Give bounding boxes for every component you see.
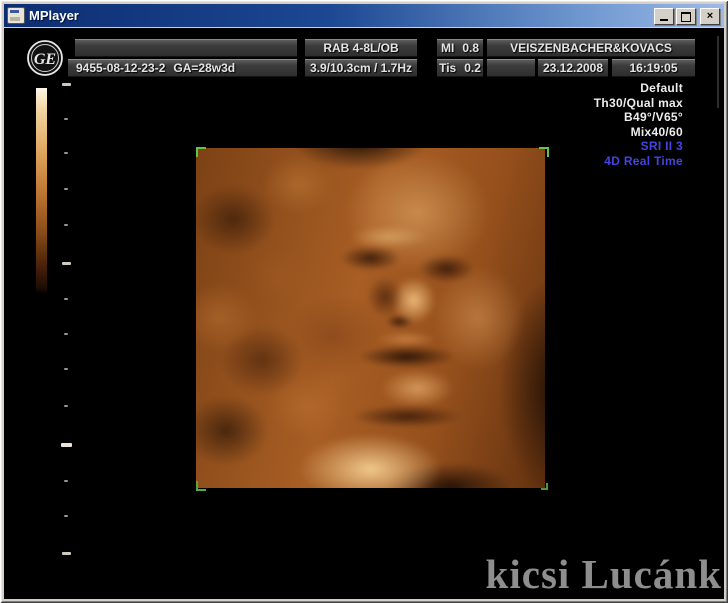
svg-text:GE: GE: [34, 51, 56, 68]
mplayer-app-icon[interactable]: [7, 7, 25, 24]
ge-logo-icon: GE: [27, 40, 63, 76]
depth-zoom-freq: 3.9/10.3cm / 1.7Hz: [305, 59, 417, 77]
facility-name: VEISZENBACHER&KOVACS: [487, 39, 695, 57]
tis-indicator: Tis 0.2: [437, 59, 483, 77]
ruler-tick-focus: [61, 443, 72, 447]
ruler-tick: [64, 298, 68, 300]
exam-date: 23.12.2008: [538, 59, 608, 77]
mplayer-window: MPlayer × RAB 4-8L/OB MI 0.8 VEISZENBACH…: [0, 0, 728, 603]
close-icon: ×: [706, 10, 714, 22]
ruler-tick: [64, 224, 68, 226]
render-box-corner-icon: [541, 483, 548, 490]
title-bar[interactable]: MPlayer ×: [4, 4, 724, 27]
mi-label: MI: [440, 41, 455, 55]
ruler-tick: [64, 188, 68, 190]
minimize-icon: [660, 19, 668, 21]
patient-info: 9455-08-12-23-2 GA=28w3d: [68, 59, 297, 77]
video-edge-artifact: [717, 36, 719, 108]
grayscale-map-bar: [36, 88, 47, 294]
minimize-button[interactable]: [654, 8, 674, 25]
tis-value: 0.2: [464, 61, 481, 75]
render-box-corner-icon: [196, 147, 206, 157]
header-empty-segment: [487, 59, 535, 77]
video-area[interactable]: RAB 4-8L/OB MI 0.8 VEISZENBACHER&KOVACS …: [4, 28, 724, 599]
maximize-icon: [681, 11, 691, 22]
ruler-tick: [62, 552, 71, 555]
ruler-tick: [62, 262, 71, 265]
ruler-tick: [64, 405, 68, 407]
fetus-3d-render: [196, 148, 545, 488]
probe-label: RAB 4-8L/OB: [305, 39, 417, 57]
fetus-face-image: [196, 148, 545, 488]
mi-value: 0.8: [462, 41, 480, 55]
setting-preset: Default: [640, 81, 683, 95]
ruler-tick: [62, 83, 71, 86]
setting-angles: B49°/V65°: [624, 110, 683, 124]
ruler-tick: [64, 152, 68, 154]
maximize-button[interactable]: [676, 8, 696, 25]
ruler-tick: [64, 333, 68, 335]
mi-indicator: MI 0.8: [437, 39, 483, 57]
render-box-corner-icon: [196, 481, 206, 491]
exam-time: 16:19:05: [612, 59, 695, 77]
setting-sri: SRI II 3: [640, 139, 683, 153]
header-empty-segment: [75, 39, 297, 57]
render-box-corner-icon: [539, 147, 549, 157]
gestational-age: GA=28w3d: [173, 61, 236, 75]
window-title: MPlayer: [29, 8, 79, 23]
acquisition-settings: Default Th30/Qual max B49°/V65° Mix40/60…: [594, 81, 683, 168]
ruler-tick: [64, 368, 68, 370]
setting-mix: Mix40/60: [630, 124, 683, 139]
watermark-caption: kicsi Lucánk: [485, 551, 722, 597]
ruler-tick: [64, 480, 68, 482]
setting-threshold-quality: Th30/Qual max: [593, 95, 683, 110]
tis-label: Tis: [439, 61, 457, 75]
setting-4d-mode: 4D Real Time: [604, 153, 683, 168]
ruler-tick: [64, 118, 68, 120]
close-button[interactable]: ×: [700, 8, 720, 25]
patient-id: 9455-08-12-23-2: [76, 61, 166, 75]
ruler-tick: [64, 515, 68, 517]
